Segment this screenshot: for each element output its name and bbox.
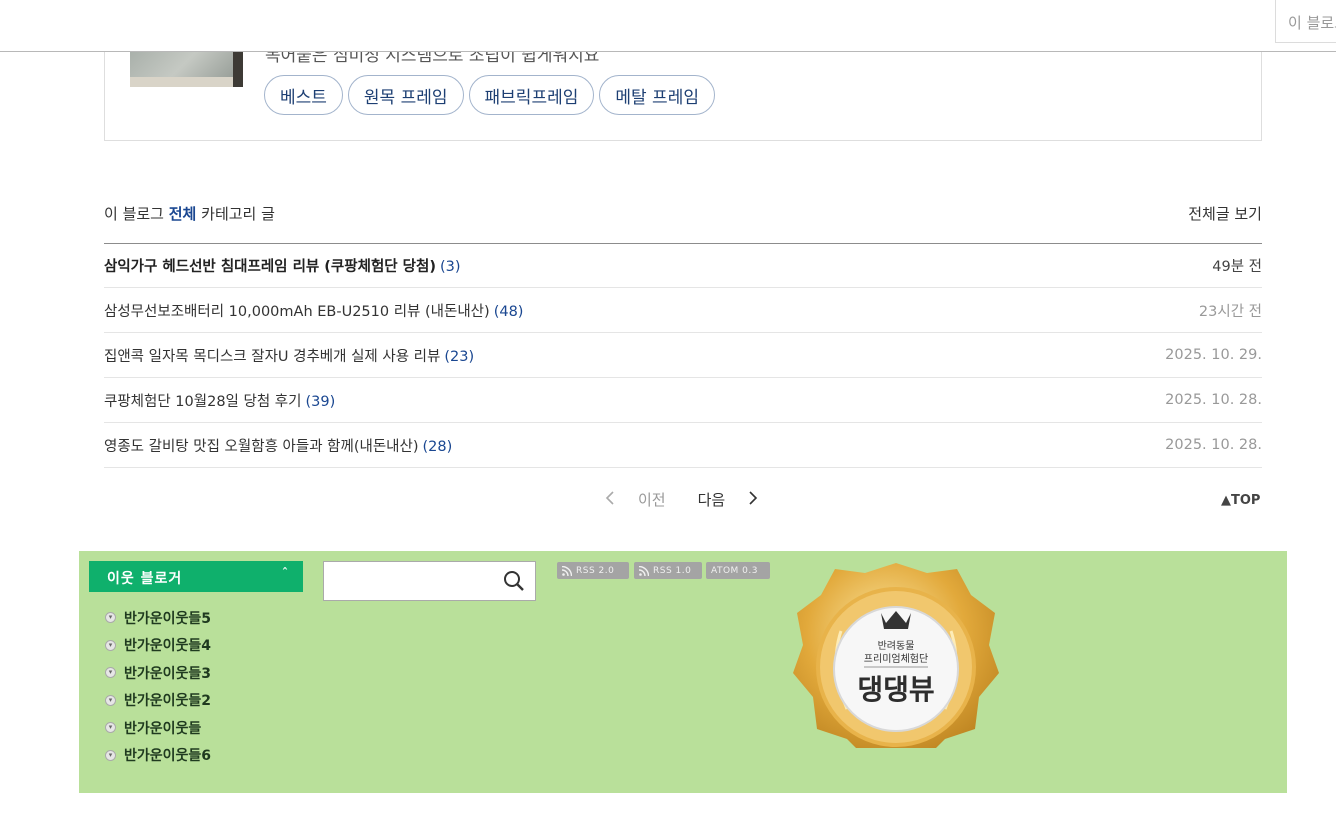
title-highlight: 전체 <box>168 205 197 223</box>
bullet-icon: ▾ <box>105 639 116 651</box>
pagination: 이전 다음 <box>600 489 763 510</box>
bullet-icon: ▾ <box>105 612 116 624</box>
rss-icon <box>562 565 572 576</box>
scroll-top-button[interactable]: ▲TOP <box>1221 493 1260 508</box>
comment-count[interactable]: (48) <box>494 304 524 320</box>
title-prefix: 이 블로그 <box>104 205 164 223</box>
caret-up-icon[interactable]: ˆ <box>282 566 289 580</box>
rss1-button[interactable]: RSS 1.0 <box>634 562 702 579</box>
neighbor-blog-title: 이웃 블로거 <box>107 571 183 587</box>
ad-tag-metal-frame[interactable]: 메탈 프레임 <box>599 75 715 115</box>
blog-footer: 이웃 블로거 ˆ ▾ 반가운이웃들5 ▾ 반가운이웃들4 ▾ 반가운이웃들3 ▾ 반가운… <box>79 551 1287 793</box>
bullet-icon: ▾ <box>105 694 116 706</box>
comment-count[interactable]: (3) <box>440 259 461 275</box>
ad-tag-list: 베스트 원목 프레임 패브릭프레임 메탈 프레임 <box>264 75 715 115</box>
neighbor-blog-item[interactable]: ▾ 반가운이웃들5 <box>105 604 211 632</box>
category-list-header: 이 블로그 전체 카테고리 글 전체글 보기 <box>104 203 1262 244</box>
rss-icon <box>639 565 649 576</box>
post-date: 2025. 10. 28. <box>1165 437 1262 453</box>
footer-search-input[interactable] <box>323 561 536 601</box>
title-suffix: 카테고리 글 <box>201 205 275 223</box>
view-all-link[interactable]: 전체글 보기 <box>1188 203 1262 224</box>
comment-count[interactable]: (23) <box>444 349 474 365</box>
post-row[interactable]: 삼성무선보조배터리 10,000mAh EB-U2510 리뷰 (내돈내산) (4… <box>104 288 1262 333</box>
top-bar: 이 블로그 <box>0 0 1336 52</box>
neighbor-blog-list: ▾ 반가운이웃들5 ▾ 반가운이웃들4 ▾ 반가운이웃들3 ▾ 반가운이웃들2 ▾ 반가운… <box>105 604 211 769</box>
comment-count[interactable]: (28) <box>423 439 453 455</box>
ad-tag-best[interactable]: 베스트 <box>264 75 343 115</box>
comment-count[interactable]: (39) <box>305 394 335 410</box>
blog-search-input[interactable]: 이 블로그 <box>1275 0 1336 43</box>
post-date: 23시간 전 <box>1198 303 1262 320</box>
svg-text:댕댕뷰: 댕댕뷰 <box>857 673 934 706</box>
neighbor-blog-item[interactable]: ▾ 반가운이웃들4 <box>105 632 211 660</box>
next-page-button[interactable]: 다음 <box>698 489 726 510</box>
triangle-up-icon: ▲ <box>1221 493 1231 508</box>
neighbor-blog-item[interactable]: ▾ 반가운이웃들3 <box>105 659 211 687</box>
prev-page-button[interactable]: 이전 <box>638 489 666 510</box>
post-title[interactable]: 영종도 갈비탕 맛집 오월함흥 아들과 함께(내돈내산) <box>104 439 419 455</box>
ad-tag-wood-frame[interactable]: 원목 프레임 <box>347 75 464 115</box>
neighbor-blog-header[interactable]: 이웃 블로거 ˆ <box>89 561 303 592</box>
neighbor-blog-item[interactable]: ▾ 반가운이웃들 <box>105 714 211 742</box>
post-title[interactable]: 삼성무선보조배터리 10,000mAh EB-U2510 리뷰 (내돈내산) <box>104 304 490 320</box>
bullet-icon: ▾ <box>105 722 116 734</box>
post-title[interactable]: 삼익가구 헤드선반 침대프레임 리뷰 (쿠팡체험단 당첨) <box>104 259 436 275</box>
post-title[interactable]: 집앤콕 일자목 목디스크 잘자U 경추베개 실제 사용 리뷰 <box>104 349 440 365</box>
rss2-button[interactable]: RSS 2.0 <box>557 562 629 579</box>
post-row[interactable]: 집앤콕 일자목 목디스크 잘자U 경추베개 실제 사용 리뷰 (23) 2025.… <box>104 333 1262 378</box>
chevron-left-icon <box>600 490 620 510</box>
svg-text:프리미엄체험단: 프리미엄체험단 <box>864 653 928 665</box>
bullet-icon: ▾ <box>105 667 116 679</box>
post-date: 49분 전 <box>1212 258 1262 275</box>
ad-tag-fabric-frame[interactable]: 패브릭프레임 <box>468 75 595 115</box>
post-date: 2025. 10. 29. <box>1165 347 1262 363</box>
chevron-right-icon[interactable] <box>743 490 763 510</box>
neighbor-blog-item[interactable]: ▾ 반가운이웃들6 <box>105 742 211 770</box>
search-icon[interactable] <box>503 570 525 596</box>
post-row[interactable]: 삼익가구 헤드선반 침대프레임 리뷰 (쿠팡체험단 당첨) (3) 49분 전 <box>104 243 1262 288</box>
category-list-title: 이 블로그 전체 카테고리 글 <box>104 203 275 224</box>
neighbor-blog-item[interactable]: ▾ 반가운이웃들2 <box>105 687 211 715</box>
post-title[interactable]: 쿠팡체험단 10월28일 당첨 후기 <box>104 394 301 410</box>
danggdang-view-badge[interactable]: 반려동물 프리미엄체험단 댕댕뷰 <box>789 561 1003 748</box>
bullet-icon: ▾ <box>105 749 116 761</box>
product-thumbnail[interactable] <box>130 51 243 87</box>
post-row[interactable]: 영종도 갈비탕 맛집 오월함흥 아들과 함께(내돈내산) (28) 2025. 1… <box>104 423 1262 468</box>
top-label: TOP <box>1231 493 1261 508</box>
post-date: 2025. 10. 28. <box>1165 392 1262 408</box>
svg-text:반려동물: 반려동물 <box>878 640 915 652</box>
post-row[interactable]: 쿠팡체험단 10월28일 당첨 후기 (39) 2025. 10. 28. <box>104 378 1262 423</box>
atom-button[interactable]: ATOM 0.3 <box>706 562 770 579</box>
post-list: 삼익가구 헤드선반 침대프레임 리뷰 (쿠팡체험단 당첨) (3) 49분 전 삼… <box>104 243 1262 468</box>
